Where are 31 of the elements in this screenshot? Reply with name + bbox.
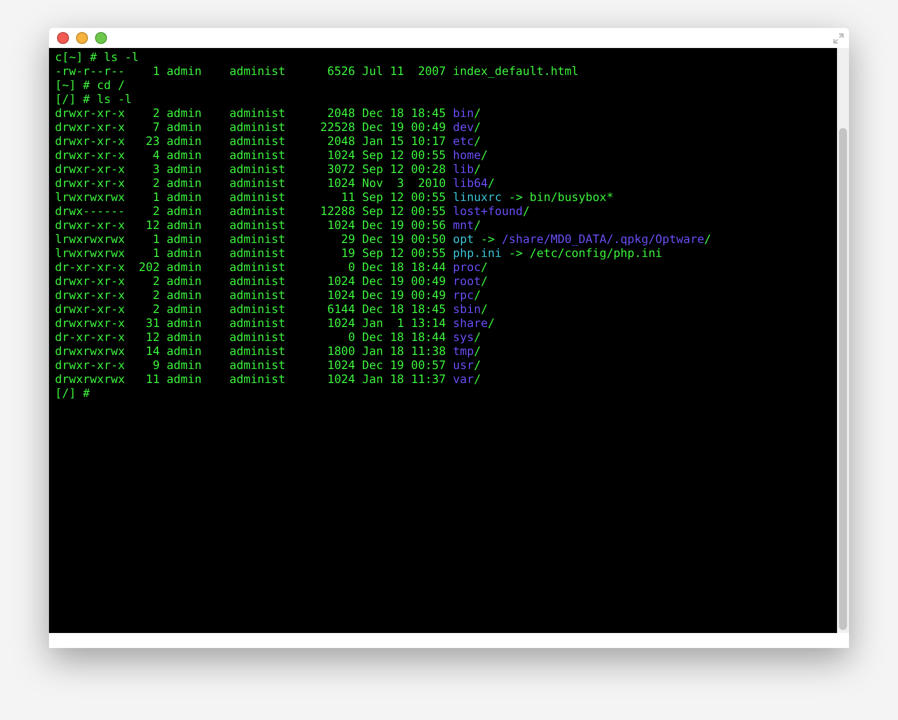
- terminal-line: dr-xr-xr-x 12 admin administ 0 Dec 18 18:44 sys/: [55, 330, 482, 344]
- terminal-line: [/] # ls -l: [55, 92, 133, 106]
- scrollbar-thumb[interactable]: [839, 128, 847, 630]
- terminal-line: dr-xr-xr-x 202 admin administ 0 Dec 18 18:44 proc/: [55, 260, 489, 274]
- terminal-line: drwxr-xr-x 2 admin administ 2048 Dec 18 18:45 bin/: [55, 106, 482, 120]
- terminal-line: drwxr-xr-x 3 admin administ 3072 Sep 12 00:28 lib/: [55, 162, 482, 176]
- terminal-line: drwxr-xr-x 12 admin administ 1024 Dec 19 00:56 mnt/: [55, 218, 482, 232]
- terminal-line: lrwxrwxrwx 1 admin administ 29 Dec 19 00:50 opt -> /share/MD0_DATA/.qpkg/Optware/: [55, 232, 712, 246]
- terminal-line: drwxr-xr-x 2 admin administ 1024 Dec 19 00:49 root/: [55, 274, 489, 288]
- close-button[interactable]: [57, 32, 69, 44]
- terminal-line: drwxrwxrwx 14 admin administ 1800 Jan 18 11:38 tmp/: [55, 344, 482, 358]
- terminal-line: drwxr-xr-x 2 admin administ 6144 Dec 18 18:45 sbin/: [55, 302, 489, 316]
- terminal-line: -rw-r--r-- 1 admin administ 6526 Jul 11 2007 index_default.html: [55, 64, 580, 78]
- terminal-line: drwxr-xr-x 2 admin administ 1024 Dec 19 00:49 rpc/: [55, 288, 482, 302]
- terminal-line: drwxr-xr-x 4 admin administ 1024 Sep 12 00:55 home/: [55, 148, 489, 162]
- terminal-line: [~] # cd /: [55, 78, 126, 92]
- fullscreen-icon[interactable]: [833, 32, 844, 44]
- terminal-line: c[~] # ls -l: [55, 50, 140, 64]
- terminal-line: drwx------ 2 admin administ 12288 Sep 12 00:55 lost+found/: [55, 204, 531, 218]
- terminal-line: drwxrwxrwx 11 admin administ 1024 Jan 18 11:37 var/: [55, 372, 482, 386]
- terminal-line: drwxr-xr-x 2 admin administ 1024 Nov 3 2010 lib64/: [55, 176, 496, 190]
- terminal-line: lrwxrwxrwx 1 admin administ 11 Sep 12 00:55 linuxrc -> bin/busybox*: [55, 190, 614, 204]
- terminal-line: drwxr-xr-x 9 admin administ 1024 Dec 19 00:57 usr/: [55, 358, 482, 372]
- terminal-line: drwxr-xr-x 23 admin administ 2048 Jan 15 10:17 etc/: [55, 134, 482, 148]
- terminal-line: [/] #: [55, 386, 91, 400]
- terminal-line: drwxrwxr-x 31 admin administ 1024 Jan 1 13:14 share/: [55, 316, 496, 330]
- minimize-button[interactable]: [76, 32, 88, 44]
- zoom-button[interactable]: [95, 32, 107, 44]
- terminal-line: drwxr-xr-x 7 admin administ 22528 Dec 19 00:49 dev/: [55, 120, 482, 134]
- terminal-line: lrwxrwxrwx 1 admin administ 19 Sep 12 00:55 php.ini -> /etc/config/php.ini: [55, 246, 664, 260]
- scrollbar[interactable]: [837, 48, 849, 633]
